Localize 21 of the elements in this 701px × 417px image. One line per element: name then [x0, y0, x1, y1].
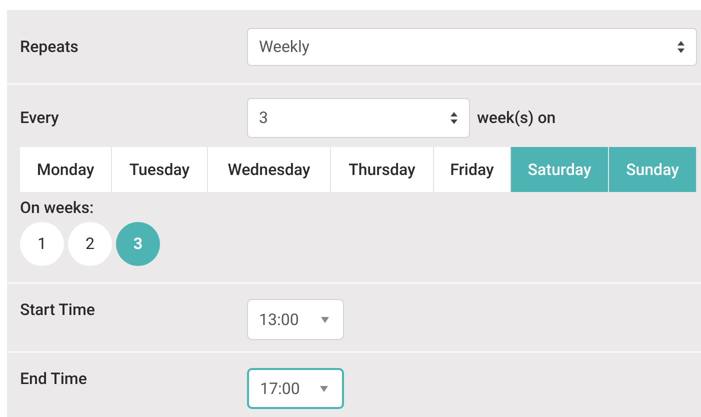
- spinner-arrows-icon: [677, 40, 685, 54]
- day-toggle[interactable]: Friday: [434, 147, 511, 192]
- week-toggle[interactable]: 1: [20, 222, 64, 266]
- time-label: End Time: [20, 368, 88, 390]
- weeks-suffix: week(s) on: [477, 107, 556, 129]
- caret-down-icon: [321, 316, 329, 322]
- repeats-select[interactable]: Weekly: [247, 28, 697, 66]
- time-select[interactable]: 17:00: [247, 368, 344, 409]
- every-number-field[interactable]: 3: [247, 98, 470, 138]
- week-toggle[interactable]: 2: [68, 222, 112, 266]
- day-toggle[interactable]: Monday: [20, 147, 112, 192]
- time-select[interactable]: 13:00: [247, 299, 344, 340]
- spinner-arrows-icon: [450, 111, 458, 125]
- time-label: Start Time: [20, 299, 96, 321]
- caret-down-icon: [320, 386, 328, 392]
- day-toggle[interactable]: Tuesday: [112, 147, 208, 192]
- on-weeks-label: On weeks:: [20, 197, 95, 219]
- day-toggle[interactable]: Wednesday: [208, 147, 331, 192]
- day-toggle[interactable]: Thursday: [331, 147, 434, 192]
- every-label: Every: [20, 107, 60, 129]
- repeats-label: Repeats: [20, 36, 80, 58]
